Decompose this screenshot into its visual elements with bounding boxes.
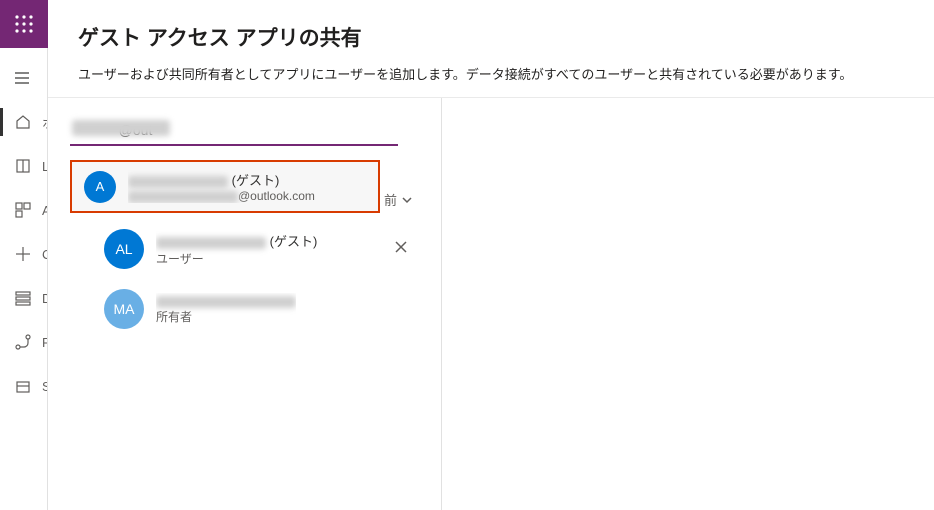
people-suggestion-item[interactable]: A (ゲスト) @outlook.com: [72, 162, 378, 211]
page-subtitle: ユーザーおよび共同所有者としてアプリにユーザーを追加します。データ接続がすべての…: [78, 64, 904, 83]
avatar: MA: [104, 289, 144, 329]
share-content: 前 AL (ゲスト) ユーザー: [48, 97, 934, 510]
person-name: [156, 293, 296, 308]
avatar: AL: [104, 229, 144, 269]
flow-icon: [14, 333, 32, 351]
book-icon: [14, 157, 32, 175]
chevron-down-icon: [401, 194, 413, 206]
sort-control[interactable]: 前: [384, 190, 413, 209]
avatar: A: [84, 171, 116, 203]
redacted-text: [156, 296, 296, 308]
main-content: ゲスト アクセス アプリの共有 ユーザーおよび共同所有者としてアプリにユーザーを…: [48, 0, 934, 510]
data-icon: [14, 289, 32, 307]
people-suggestion-dropdown: A (ゲスト) @outlook.com: [70, 160, 380, 213]
person-text: (ゲスト) ユーザー: [156, 231, 317, 267]
people-list: AL (ゲスト) ユーザー MA: [70, 219, 419, 339]
solutions-icon: [14, 377, 32, 395]
redacted-text: [128, 191, 238, 203]
close-icon: [394, 240, 408, 254]
nav-solutions-label: S: [42, 379, 47, 394]
suggestion-email: @outlook.com: [128, 189, 315, 203]
suggestion-name: (ゲスト): [128, 170, 315, 189]
share-right-pane: [442, 98, 934, 510]
apps-icon: [14, 201, 32, 219]
person-row[interactable]: AL (ゲスト) ユーザー: [70, 219, 419, 279]
person-text: 所有者: [156, 293, 296, 325]
nav-apps-label: A: [42, 203, 47, 218]
nav-learn[interactable]: L: [0, 144, 47, 188]
plus-icon: [14, 245, 32, 263]
person-name: (ゲスト): [156, 231, 317, 250]
nav-data-label: D: [42, 291, 47, 306]
page-title: ゲスト アクセス アプリの共有: [78, 22, 904, 52]
nav-learn-label: L: [42, 159, 47, 174]
person-role: 所有者: [156, 308, 296, 325]
redacted-text: [128, 176, 228, 188]
nav-create-label: C: [42, 247, 47, 262]
nav-data[interactable]: D: [0, 276, 47, 320]
nav-solutions[interactable]: S: [0, 364, 47, 408]
nav-apps[interactable]: A: [0, 188, 47, 232]
person-row[interactable]: MA 所有者: [70, 279, 419, 339]
nav-home-label: ホ: [42, 113, 47, 132]
sort-label: 前: [384, 190, 397, 209]
nav-home[interactable]: ホ: [0, 100, 47, 144]
nav-toggle[interactable]: [0, 56, 47, 100]
app-launcher[interactable]: [0, 0, 48, 48]
redacted-text: [156, 237, 266, 249]
home-icon: [14, 113, 32, 131]
search-area: [70, 118, 419, 146]
remove-button[interactable]: [389, 240, 413, 259]
dialog-header: ゲスト アクセス アプリの共有 ユーザーおよび共同所有者としてアプリにユーザーを…: [48, 0, 934, 97]
suggestion-text: (ゲスト) @outlook.com: [128, 170, 315, 203]
redacted-text: [72, 120, 170, 136]
nav-flows[interactable]: F: [0, 320, 47, 364]
nav-create[interactable]: C: [0, 232, 47, 276]
waffle-icon: [14, 14, 34, 34]
person-role: ユーザー: [156, 250, 317, 267]
left-nav: ホ L A C D F S: [0, 48, 48, 510]
nav-flows-label: F: [42, 335, 47, 350]
